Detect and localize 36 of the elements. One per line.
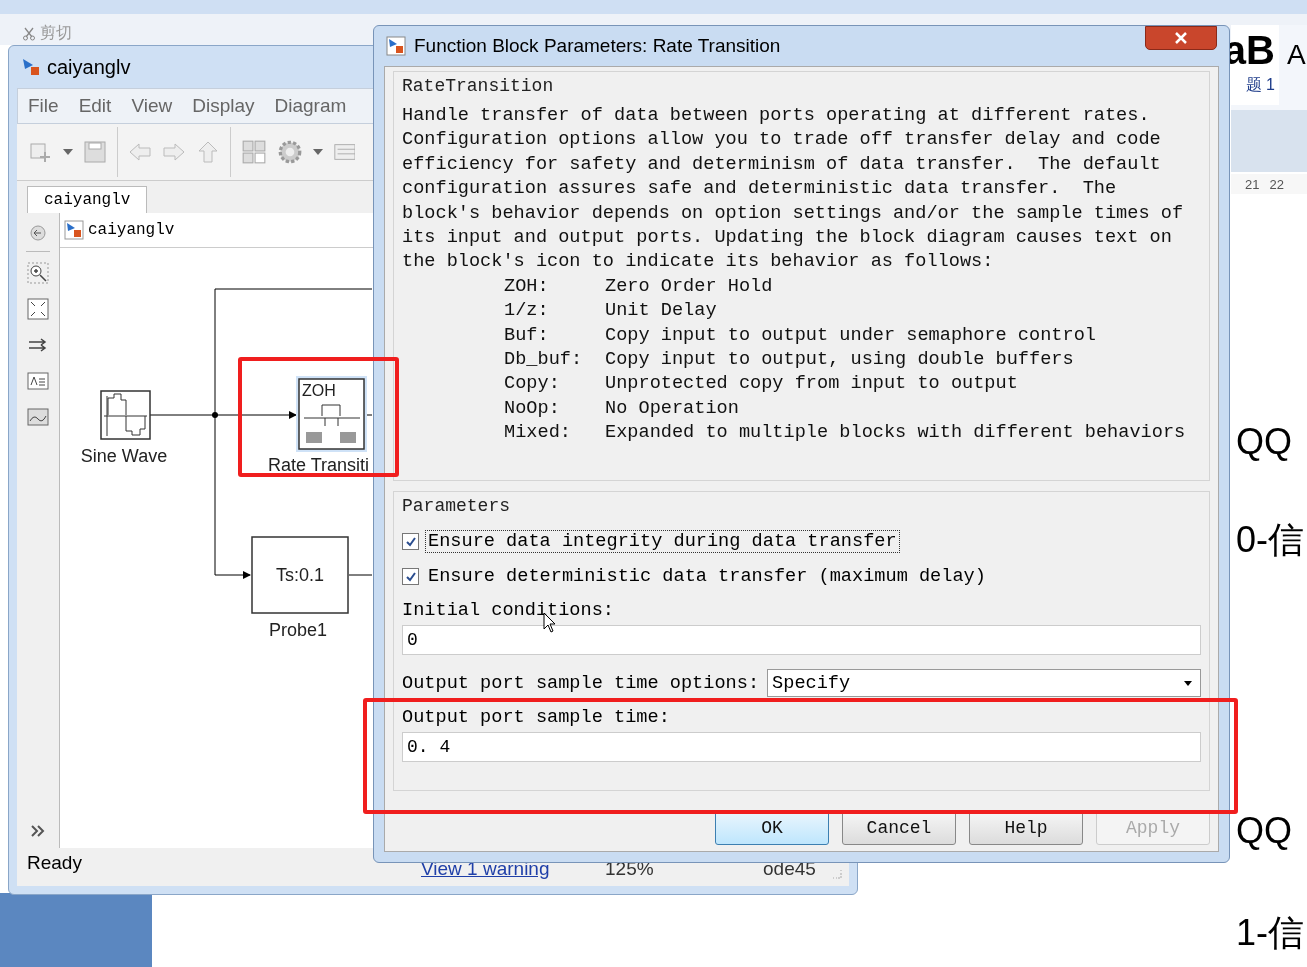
- block-icon-text: Ts:0.1: [276, 565, 324, 585]
- window-title: caiyanglv: [47, 55, 131, 79]
- legend-code: Copy:: [504, 372, 561, 397]
- dialog-title: Function Block Parameters: Rate Transition: [414, 35, 781, 57]
- legend-meaning: Copy input to output under semaphore control: [605, 323, 1096, 348]
- legend-code: ZOH:: [504, 274, 550, 299]
- field-label: Output port sample time:: [402, 707, 671, 728]
- legend-code: Db_buf:: [504, 348, 584, 373]
- ruler: 21 22: [1231, 174, 1307, 194]
- legend-meaning: Unprotected copy from input to output: [605, 372, 1018, 397]
- field-label: Initial conditions:: [402, 600, 615, 621]
- legend-meaning: Expanded to multiple blocks with different behaviors: [605, 421, 1186, 446]
- legend-meaning: Copy input to output, using double buffers: [605, 348, 1074, 373]
- field-label: Output port sample time options:: [402, 672, 760, 694]
- legend-meaning: No Operation: [605, 396, 739, 421]
- document-text: 0-信: [1236, 518, 1304, 562]
- legend-code: Buf:: [504, 323, 550, 348]
- document-text: QQ: [1236, 810, 1292, 852]
- document-text: QQ: [1236, 421, 1292, 463]
- legend-meaning: Zero Order Hold: [605, 274, 773, 299]
- legend-code: Mixed:: [504, 421, 572, 446]
- status-text: Ready: [27, 852, 82, 874]
- group-title: Parameters: [402, 496, 512, 516]
- block-icon-text: ZOH: [302, 382, 336, 399]
- legend-meaning: Unit Delay: [605, 299, 717, 324]
- block-label: Rate Transiti: [268, 455, 370, 475]
- block-label: Probe1: [269, 620, 327, 640]
- breadcrumb-text: caiyanglv: [88, 221, 175, 239]
- style-preview: A: [1287, 38, 1306, 72]
- block-description: Handle transfer of data between ports operating at different rates. Configuration options allow you to trade off transfer delay and code efficiency for safety and determinism of data transfer. The default configuration assures safe and deterministic data transfer. The block's behavior depends on option settings and/or the sample times of its input and output ports. Updating the block diagram causes text on the block's icon to indicate its behavior as follows:: [402, 104, 1185, 275]
- legend-code: NoOp:: [504, 396, 561, 421]
- document-text: 1-信: [1236, 911, 1304, 955]
- block-label: Sine Wave: [80, 446, 168, 466]
- solver-name: ode45: [763, 858, 816, 880]
- group-title: RateTransition: [402, 76, 555, 96]
- legend-code: 1/z:: [504, 299, 550, 324]
